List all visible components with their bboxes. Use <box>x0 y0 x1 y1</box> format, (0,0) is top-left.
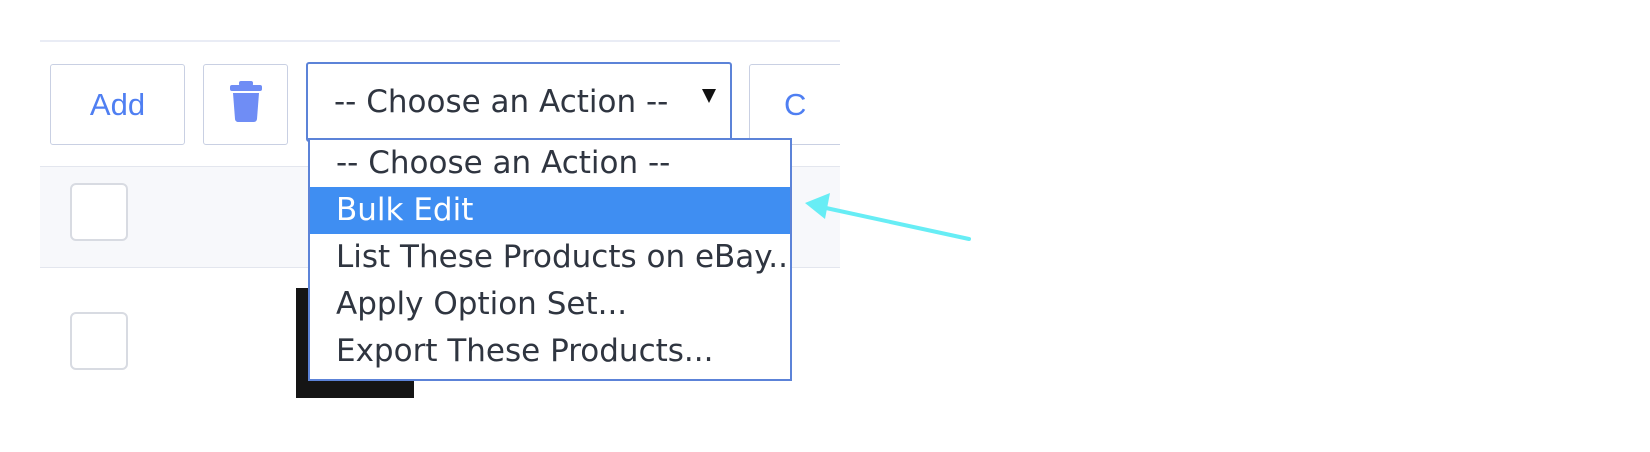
action-option-export-products[interactable]: Export These Products... <box>310 328 790 375</box>
choose-action-select[interactable]: -- Choose an Action -- <box>306 62 732 142</box>
action-options-menu: -- Choose an Action -- Bulk Edit List Th… <box>308 138 792 381</box>
trash-icon <box>228 79 264 131</box>
partially-visible-toolbar-button[interactable]: C <box>749 64 840 145</box>
action-option-apply-option-set[interactable]: Apply Option Set... <box>310 281 790 328</box>
action-option-bulk-edit[interactable]: Bulk Edit <box>310 187 790 234</box>
add-button[interactable]: Add <box>50 64 185 145</box>
product-row-checkbox[interactable] <box>70 312 128 370</box>
screenshot-canvas: Add -- Choose an Action -- C -- Choose a… <box>0 0 1650 452</box>
selected-action-text: -- Choose an Action -- <box>334 84 669 120</box>
action-option-choose[interactable]: -- Choose an Action -- <box>310 140 790 187</box>
action-option-list-on-ebay[interactable]: List These Products on eBay... <box>310 234 790 281</box>
dropdown-caret-icon <box>702 89 716 103</box>
select-all-checkbox[interactable] <box>70 183 128 241</box>
delete-button[interactable] <box>203 64 288 145</box>
